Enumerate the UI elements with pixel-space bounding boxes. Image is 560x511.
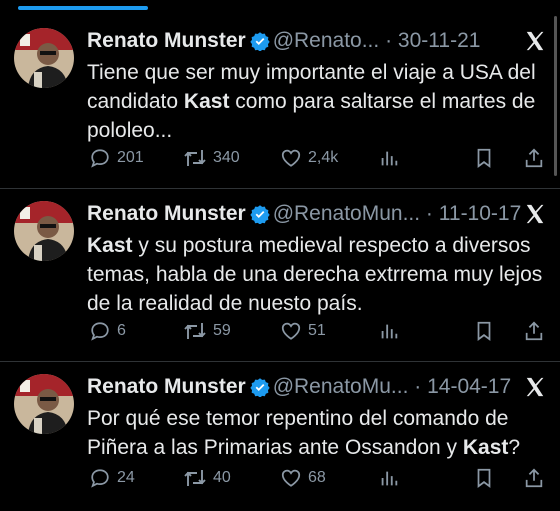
- tweet[interactable]: Renato Munster @RenatoMu... · 14-04-17 Po…: [0, 361, 560, 511]
- bookmark-icon: [477, 468, 491, 488]
- share-button[interactable]: [523, 466, 545, 490]
- retweet-button[interactable]: 40: [183, 466, 231, 490]
- reply-button[interactable]: 6: [89, 319, 126, 343]
- tweet-text-segment: ?: [508, 436, 521, 459]
- tweet-date[interactable]: 11-10-17: [439, 202, 522, 225]
- retweet-count: 59: [213, 322, 231, 339]
- like-icon: [281, 322, 301, 340]
- tweet-text: Por qué ese temor repentino del comando …: [87, 404, 547, 462]
- reply-count: 6: [117, 322, 126, 339]
- views-icon: [381, 151, 398, 166]
- bookmark-button[interactable]: [473, 146, 495, 170]
- tweet-header: Renato Munster @Renato... · 30-11-21: [87, 27, 527, 55]
- share-icon: [525, 468, 543, 488]
- reply-count: 201: [117, 149, 144, 166]
- like-button[interactable]: 2,4k: [280, 146, 338, 170]
- tweet-header: Renato Munster @RenatoMun... · 11-10-17: [87, 200, 527, 228]
- tweet-date[interactable]: 30-11-21: [398, 29, 481, 52]
- views-button[interactable]: [378, 466, 400, 490]
- tweet-text-segment: y su postura medieval respecto a diverso…: [87, 234, 543, 315]
- bookmark-icon: [477, 321, 491, 341]
- like-icon: [281, 469, 301, 487]
- verified-badge-icon: [250, 204, 270, 232]
- avatar[interactable]: [14, 28, 74, 88]
- x-logo-icon: [524, 376, 546, 398]
- author-name[interactable]: Renato Munster: [87, 202, 246, 225]
- tweet-actions: 24 40 68: [87, 466, 547, 490]
- like-icon: [281, 149, 301, 167]
- like-count: 68: [308, 469, 326, 486]
- views-icon: [381, 471, 398, 486]
- bookmark-button[interactable]: [473, 466, 495, 490]
- tweet-date[interactable]: 14-04-17: [427, 375, 511, 398]
- x-logo-icon: [524, 203, 546, 225]
- retweet-button[interactable]: 59: [183, 319, 231, 343]
- retweet-icon: [184, 323, 206, 339]
- share-button[interactable]: [523, 146, 545, 170]
- like-button[interactable]: 68: [280, 466, 326, 490]
- tweet-text-keyword: Kast: [462, 436, 509, 459]
- views-icon: [381, 324, 398, 339]
- author-name[interactable]: Renato Munster: [87, 29, 246, 52]
- retweet-count: 40: [213, 469, 231, 486]
- retweet-button[interactable]: 340: [183, 146, 240, 170]
- tweet-text-keyword: Kast: [87, 234, 133, 257]
- bookmark-icon: [477, 148, 491, 168]
- bookmark-button[interactable]: [473, 319, 495, 343]
- tweet-text: Kast y su postura medieval respecto a di…: [87, 231, 547, 318]
- retweet-count: 340: [213, 149, 240, 166]
- tweet-actions: 6 59 51: [87, 319, 547, 343]
- tweet[interactable]: Renato Munster @RenatoMun... · 11-10-17 K…: [0, 188, 560, 361]
- reply-icon: [91, 149, 109, 168]
- tweet[interactable]: Renato Munster @Renato... · 30-11-21 Tien…: [0, 16, 560, 188]
- tweet-text-keyword: Kast: [183, 90, 230, 113]
- like-count: 2,4k: [308, 149, 339, 166]
- views-button[interactable]: [378, 319, 400, 343]
- verified-badge-icon: [250, 31, 270, 59]
- share-icon: [525, 321, 543, 341]
- reply-count: 24: [117, 469, 135, 486]
- verified-badge-icon: [250, 377, 270, 405]
- tweet-text: Tiene que ser muy importante el viaje a …: [87, 58, 547, 145]
- like-button[interactable]: 51: [280, 319, 326, 343]
- author-handle[interactable]: @RenatoMun...: [273, 202, 420, 225]
- reply-icon: [91, 469, 109, 488]
- share-icon: [525, 148, 543, 168]
- author-handle[interactable]: @Renato...: [273, 29, 380, 52]
- separator-dot: ·: [385, 29, 393, 52]
- retweet-icon: [184, 150, 206, 166]
- tweet-text-segment: Por qué ese temor repentino del comando …: [87, 407, 509, 459]
- tweet-actions: 201 340 2,4k: [87, 146, 547, 170]
- reply-icon: [91, 322, 109, 341]
- reply-button[interactable]: 201: [89, 146, 144, 170]
- retweet-icon: [184, 470, 206, 486]
- separator-dot: ·: [425, 202, 433, 225]
- tweet-header: Renato Munster @RenatoMu... · 14-04-17: [87, 373, 527, 401]
- active-tab-indicator: [18, 6, 148, 10]
- avatar[interactable]: [14, 201, 74, 261]
- author-name[interactable]: Renato Munster: [87, 375, 246, 398]
- separator-dot: ·: [414, 375, 422, 398]
- share-button[interactable]: [523, 319, 545, 343]
- like-count: 51: [308, 322, 326, 339]
- views-button[interactable]: [378, 146, 400, 170]
- avatar[interactable]: [14, 374, 74, 434]
- author-handle[interactable]: @RenatoMu...: [273, 375, 409, 398]
- x-logo-icon: [524, 30, 546, 52]
- reply-button[interactable]: 24: [89, 466, 135, 490]
